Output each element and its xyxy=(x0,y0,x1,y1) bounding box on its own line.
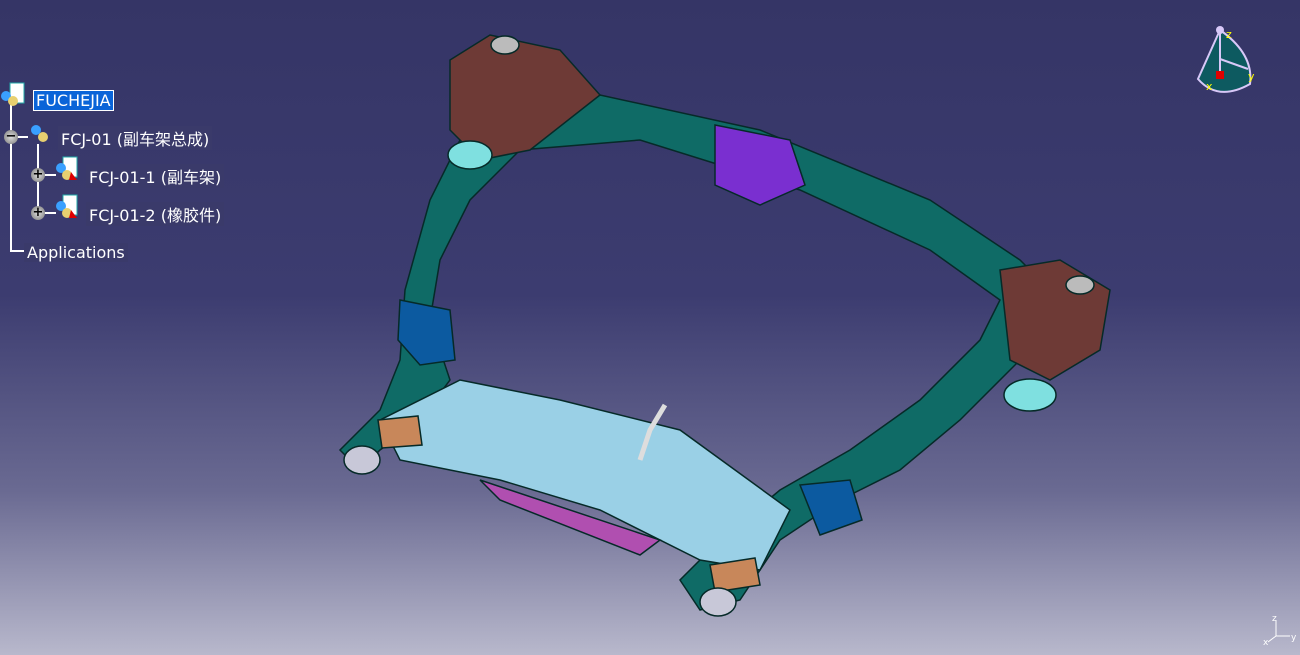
bushing xyxy=(1065,275,1095,295)
pad-right xyxy=(709,557,761,593)
axis-x-label: x xyxy=(1263,638,1269,648)
tree-line xyxy=(10,98,12,250)
bushing xyxy=(343,445,381,475)
mount xyxy=(1003,378,1057,412)
subframe-model xyxy=(338,34,1111,617)
tree-node-root[interactable]: FUCHEJIA xyxy=(33,87,114,113)
tree-node-part[interactable]: FCJ-01-1 (副车架) xyxy=(86,163,225,189)
tree-node-applications[interactable]: Applications xyxy=(24,239,128,265)
compass-y-label: y xyxy=(1248,70,1255,83)
product-document-icon xyxy=(1,82,25,106)
tree-node-product[interactable]: FCJ-01 (副车架总成) xyxy=(58,125,213,151)
specification-tree: FUCHEJIA − FCJ-01 (副车架总成) + FCJ-01-1 (副车… xyxy=(0,78,260,278)
axis-triad-icon: z y x xyxy=(1263,614,1297,648)
expand-icon[interactable]: + xyxy=(31,168,45,182)
bracket-purple xyxy=(714,124,806,206)
crossmember xyxy=(378,379,791,571)
mount xyxy=(447,140,493,170)
axis-z-label: z xyxy=(1272,614,1277,624)
collapse-icon[interactable]: − xyxy=(4,130,18,144)
part-icon xyxy=(56,156,78,180)
compass-widget[interactable]: z y x xyxy=(1188,24,1264,100)
bracket-blue-right xyxy=(798,479,863,536)
part-icon xyxy=(56,194,78,218)
bushing xyxy=(490,35,520,55)
bushing xyxy=(699,587,737,617)
axis-y-label: y xyxy=(1291,633,1297,643)
pad-left xyxy=(377,415,423,449)
compass-z-label: z xyxy=(1226,28,1232,41)
expand-icon[interactable]: + xyxy=(31,206,45,220)
product-icon xyxy=(31,125,48,142)
tree-node-part[interactable]: FCJ-01-2 (橡胶件) xyxy=(86,201,225,227)
bracket-rear-right xyxy=(999,259,1111,381)
compass-x-label: x xyxy=(1206,80,1213,93)
